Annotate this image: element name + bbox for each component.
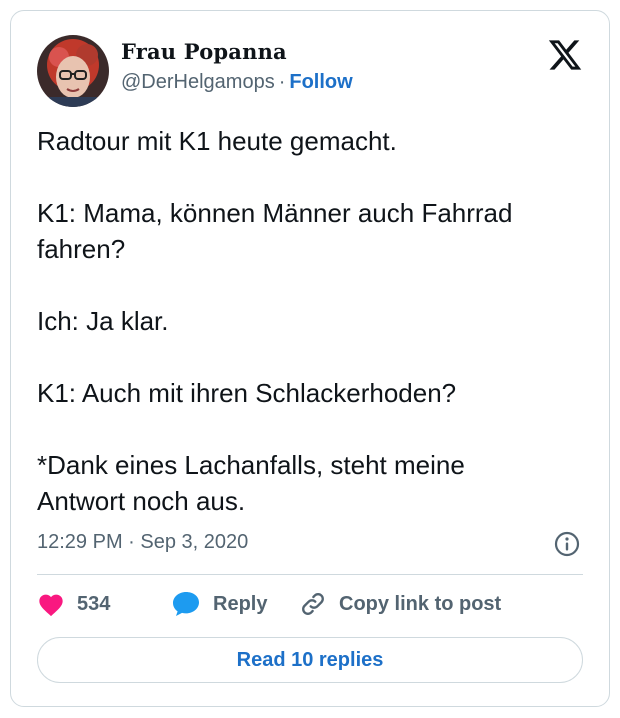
follow-button[interactable]: Follow bbox=[289, 71, 352, 93]
x-logo-icon[interactable] bbox=[547, 37, 583, 73]
like-count: 534 bbox=[77, 592, 111, 615]
tweet-text: Radtour mit K1 heute gemacht. K1: Mama, … bbox=[37, 123, 593, 519]
tweet-card: Frau Popanna @DerHelgamops · Follow Radtou… bbox=[10, 10, 610, 707]
avatar[interactable] bbox=[37, 35, 109, 107]
handle-row: @DerHelgamops · Follow bbox=[121, 71, 353, 94]
speech-bubble-icon bbox=[171, 590, 213, 618]
tweet-paragraph: K1: Mama, können Männer auch Fahrrad fah… bbox=[37, 198, 513, 264]
display-name[interactable]: Frau Popanna bbox=[121, 39, 287, 64]
tweet-paragraph: K1: Auch mit ihren Schlackerhoden? bbox=[37, 378, 457, 408]
handle[interactable]: @DerHelgamops bbox=[121, 71, 275, 93]
action-bar: 534 Reply Copy link to post bbox=[37, 589, 585, 619]
tweet-paragraph: Ich: Ja klar. bbox=[37, 306, 169, 336]
separator-dot: · bbox=[278, 71, 286, 93]
tweet-timestamp[interactable]: 12:29 PM · Sep 3, 2020 bbox=[37, 531, 248, 554]
like-button[interactable]: 534 bbox=[37, 589, 110, 619]
copy-link-button[interactable]: Copy link to post bbox=[299, 589, 501, 619]
tweet-paragraph: *Dank eines Lachanfalls, steht meine Ant… bbox=[37, 450, 465, 516]
copy-link-label: Copy link to post bbox=[339, 592, 502, 615]
read-replies-button[interactable]: Read 10 replies bbox=[37, 637, 583, 683]
divider bbox=[37, 574, 583, 575]
tweet-paragraph: Radtour mit K1 heute gemacht. bbox=[37, 126, 397, 156]
heart-icon bbox=[37, 591, 77, 617]
link-icon bbox=[299, 590, 339, 618]
reply-button[interactable]: Reply bbox=[171, 589, 267, 619]
info-icon[interactable] bbox=[553, 530, 581, 558]
reply-label: Reply bbox=[213, 592, 268, 615]
